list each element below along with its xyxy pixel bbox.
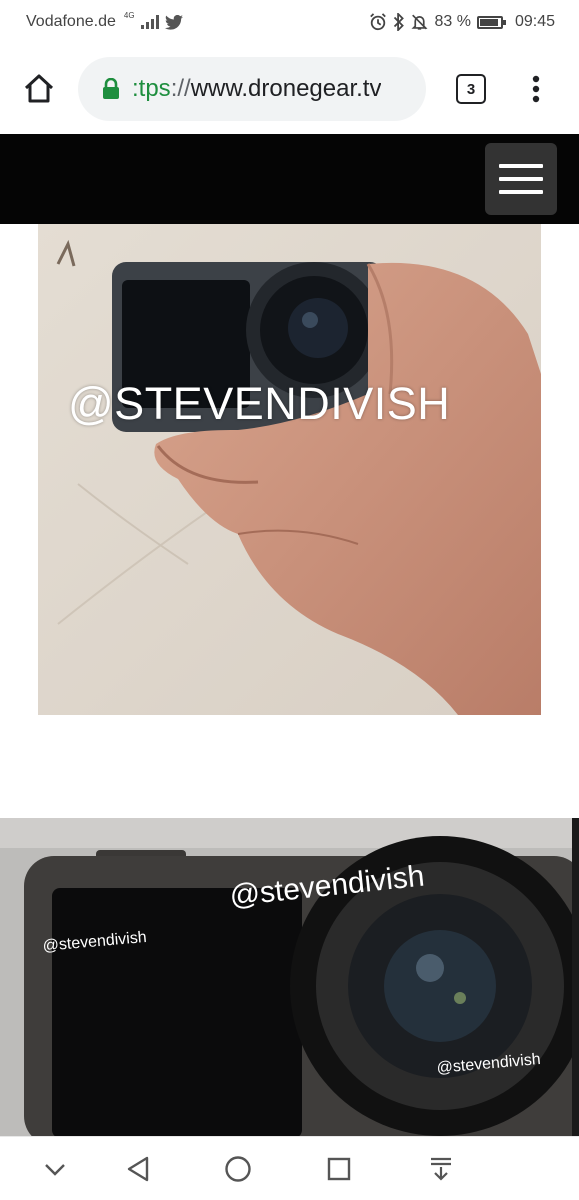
back-button[interactable] xyxy=(121,1153,155,1185)
hamburger-line xyxy=(499,190,543,194)
network-type: 4G xyxy=(123,11,135,20)
recents-button[interactable] xyxy=(322,1153,356,1185)
hamburger-line xyxy=(499,177,543,181)
signal-icon xyxy=(140,15,159,29)
clock: 09:45 xyxy=(514,13,555,30)
status-left: Vodafone.de 4G xyxy=(26,11,183,31)
site-header xyxy=(0,134,579,224)
download-icon xyxy=(431,1157,451,1181)
battery-percentage: 83 % xyxy=(434,13,471,30)
battery-icon xyxy=(476,15,506,29)
home-button[interactable] xyxy=(0,44,78,134)
camera-closeup-photo xyxy=(0,818,579,1136)
url-scheme: :tps xyxy=(132,75,171,102)
alarm-icon xyxy=(369,13,387,31)
tab-switcher-button[interactable]: 3 xyxy=(426,44,516,134)
url-text: :tps://www.dronegear.tv xyxy=(132,75,381,103)
hide-navbar-button[interactable] xyxy=(38,1153,72,1185)
hamburger-line xyxy=(499,164,543,168)
camera-in-hand-photo xyxy=(38,224,541,715)
back-icon xyxy=(127,1156,149,1182)
photo-watermark: @STEVENDIVISH xyxy=(68,378,451,429)
system-navigation-bar xyxy=(0,1136,579,1200)
address-bar[interactable]: :tps://www.dronegear.tv xyxy=(78,57,426,121)
status-right: 83 % 09:45 xyxy=(369,13,555,31)
overflow-menu-button[interactable] xyxy=(516,44,556,134)
notifications-pull-button[interactable] xyxy=(424,1153,458,1185)
home-icon xyxy=(24,74,54,103)
tab-count: 3 xyxy=(456,74,486,104)
bluetooth-icon xyxy=(393,13,405,31)
recents-icon xyxy=(327,1157,351,1181)
browser-toolbar: :tps://www.dronegear.tv 3 xyxy=(0,44,579,134)
carrier-name: Vodafone.de xyxy=(26,13,116,30)
twitter-icon xyxy=(164,14,183,30)
home-nav-button[interactable] xyxy=(221,1153,255,1185)
mute-icon xyxy=(411,13,428,31)
lock-icon xyxy=(102,78,120,100)
chevron-down-icon xyxy=(45,1164,65,1176)
status-bar: Vodafone.de 4G 83 % 09:45 xyxy=(0,0,579,44)
overflow-menu-icon xyxy=(532,75,540,103)
home-circle-icon xyxy=(225,1156,251,1182)
url-host: www.dronegear.tv xyxy=(190,75,382,102)
hamburger-menu-button[interactable] xyxy=(485,143,557,215)
url-separator: :// xyxy=(170,75,191,102)
